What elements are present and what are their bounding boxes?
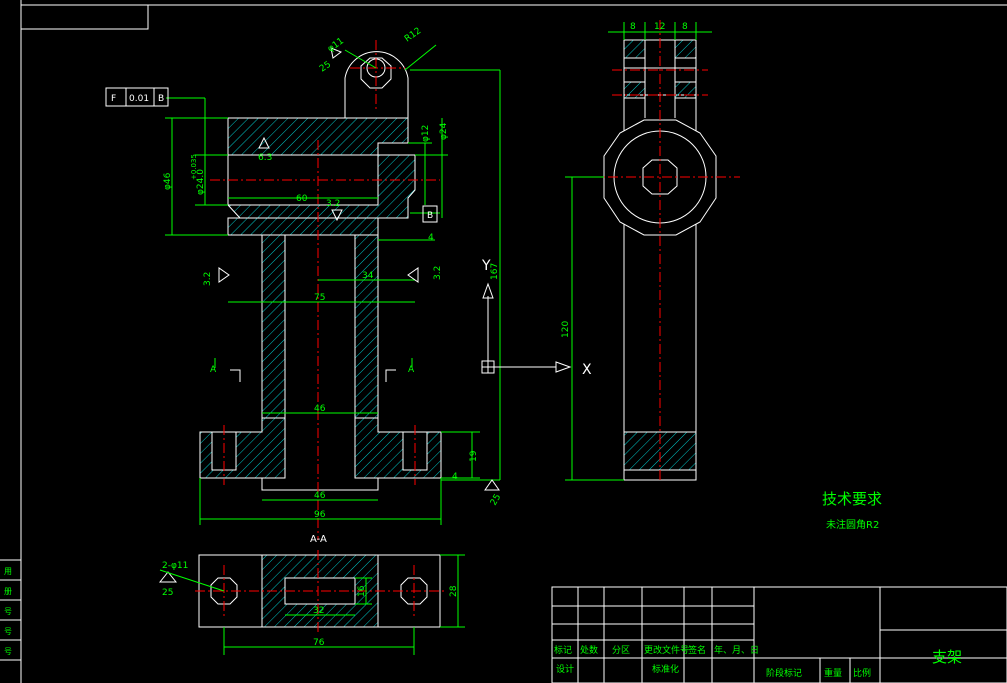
ra-left-label: 3.2 <box>203 272 213 286</box>
section-a-a[interactable]: A-A 2-φ11 25 32 16 28 76 <box>159 534 465 655</box>
tb-sign: 签名 <box>688 644 706 656</box>
strip-label-3: 号 <box>4 607 12 616</box>
sec-holes-label: 2-φ11 <box>162 561 188 571</box>
dim-19-label: 19 <box>469 450 479 462</box>
dim-96-label: 96 <box>314 510 326 520</box>
tb-weight: 重量 <box>824 667 842 679</box>
title-block-text: 标记 处数 分区 更改文件号 签名 年、月、日 设计 标准化 阶段标记 重量 比… <box>554 644 871 679</box>
sec-ra-label: 25 <box>162 588 173 598</box>
dia-24-label: φ24 <box>439 122 449 140</box>
ra-bottom-label: 25 <box>489 493 503 508</box>
cad-drawing-canvas[interactable]: 用 册 号 号 号 F 0.01 B B φ11 R12 25 φ46 φ24.… <box>0 0 1007 683</box>
strip-label-4: 号 <box>4 627 12 636</box>
top-ra-label: 25 <box>318 60 333 75</box>
tb-design: 设计 <box>556 663 574 675</box>
tech-requirements-note: 未注圆角R2 <box>826 518 879 531</box>
height-167-label: 167 <box>490 263 500 280</box>
sec-16-label: 16 <box>357 585 367 597</box>
dim-75-label: 75 <box>314 293 325 303</box>
tb-count: 处数 <box>580 644 598 656</box>
tb-change-doc: 更改文件号 <box>644 644 689 656</box>
bore-tol-label: +0.035 <box>190 154 198 180</box>
section-mark-left: A <box>210 365 217 375</box>
tb-standard: 标准化 <box>652 663 679 675</box>
tb-zone: 分区 <box>612 645 630 656</box>
side-120: 120 <box>561 321 571 338</box>
top-dia-label: φ11 <box>326 36 346 54</box>
width-60-label: 60 <box>296 194 308 204</box>
side-8-right: 8 <box>682 22 688 32</box>
strip-label-1: 用 <box>4 567 12 576</box>
front-view[interactable]: F 0.01 B B φ11 R12 25 φ46 φ24.0 +0.035 6… <box>105 26 503 583</box>
tb-scale: 比例 <box>853 667 871 679</box>
front-hatched-section <box>199 117 442 491</box>
drawing-frame <box>0 0 1007 683</box>
datum-b-label: B <box>427 211 433 221</box>
tech-requirements-title: 技术要求 <box>822 490 882 508</box>
ucs-x-label: X <box>582 362 592 378</box>
ra-mid-label: 3.2 <box>326 199 340 209</box>
dim-4-bot-label: 4 <box>452 472 458 482</box>
tol-f-label: F <box>111 94 116 104</box>
ra-bore-label: 6.3 <box>258 153 272 163</box>
tb-mark: 标记 <box>554 644 572 656</box>
dim-46-bot-label: 46 <box>314 491 326 501</box>
top-radius-label: R12 <box>403 26 423 44</box>
bore-outer-label: φ46 <box>163 172 173 190</box>
side-12: 12 <box>654 22 665 32</box>
strip-label-2: 册 <box>4 587 12 596</box>
dia-12-label: φ12 <box>421 125 431 142</box>
side-8-left: 8 <box>630 22 636 32</box>
ucs-icon <box>481 282 572 374</box>
ucs-y-label: Y <box>481 258 491 274</box>
section-label: A-A <box>310 534 327 545</box>
drawing-title: 支架 <box>932 648 962 666</box>
tb-stage: 阶段标记 <box>766 667 802 679</box>
tb-date: 年、月、日 <box>714 644 759 656</box>
sec-76-label: 76 <box>313 638 325 648</box>
tol-datum: B <box>158 94 164 104</box>
side-view[interactable]: 8 12 8 120 <box>561 20 740 481</box>
strip-label-5: 号 <box>4 647 12 656</box>
dim-46-mid-label: 46 <box>314 404 326 414</box>
dim-4-label: 4 <box>428 233 434 243</box>
tol-value: 0.01 <box>129 94 149 104</box>
ra-right-label: 3.2 <box>433 266 443 280</box>
dim-34-label: 34 <box>362 271 374 281</box>
sec-28-label: 28 <box>449 585 459 597</box>
sec-32-label: 32 <box>313 606 324 616</box>
